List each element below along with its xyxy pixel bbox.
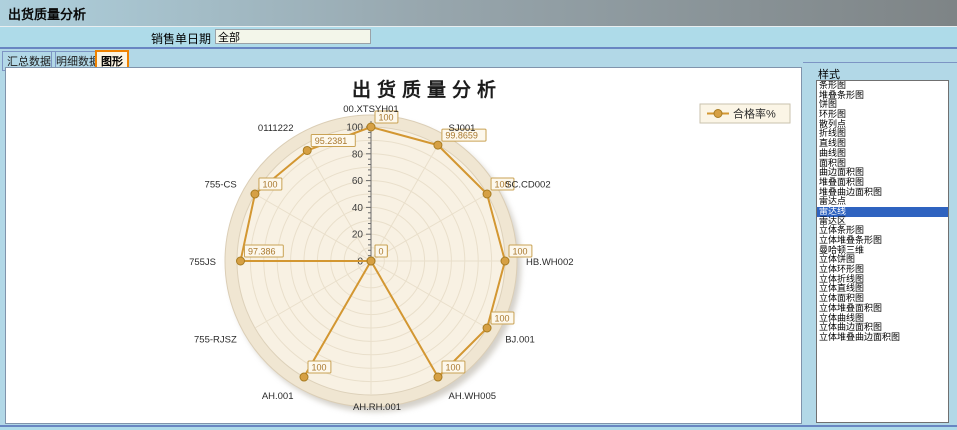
category-label: HB.WH002 [526,257,574,268]
data-point [251,190,259,198]
page-title: 出货质量分析 [0,4,86,23]
sidebar-divider [803,62,957,63]
category-label: 755-RJSZ [194,335,237,346]
sales-date-input[interactable] [215,29,371,44]
sales-date-label: 销售单日期 [151,30,211,47]
data-point [483,324,491,332]
category-label: 755JS [189,257,216,268]
filter-bar: 销售单日期 [0,27,957,49]
value-label: 100 [495,314,510,324]
value-label: 100 [513,247,528,257]
data-point [434,141,442,149]
legend-marker-icon [714,110,722,118]
data-point [303,146,311,154]
chart-legend: 合格率% [700,104,790,123]
category-label: 755-CS [205,180,237,191]
category-label: SC.CD002 [505,180,550,191]
window-title-bar: 出货质量分析 [0,0,957,27]
value-label: 95.2381 [315,136,348,146]
category-label: SJ001 [449,123,476,134]
category-label: 00.XTSYH01 [343,104,398,115]
axis-tick-label: 60 [352,176,364,187]
category-label: AH.001 [262,391,294,402]
value-label: 100 [446,363,461,373]
data-point [367,257,375,265]
tab-bar: 汇总数据 明细数据 图形 [0,49,957,67]
data-point [434,373,442,381]
chart-panel: 02040608010010099.8659100100100100010009… [5,67,802,424]
axis-tick-label: 40 [352,203,364,214]
data-point [300,373,308,381]
style-option[interactable]: 立体堆叠曲边面积图 [817,333,948,343]
radar-chart: 02040608010010099.8659100100100100010009… [6,68,801,423]
value-label: 97.386 [248,247,276,257]
bottom-divider [0,425,957,430]
axis-tick-label: 100 [346,123,363,134]
chart-title: 出货质量分析 [352,78,502,101]
category-label: 0111222 [258,123,294,134]
category-label: AH.WH005 [449,391,497,402]
data-point [367,123,375,131]
value-label: 0 [379,247,384,257]
style-listbox[interactable]: 条形图堆叠条形图饼图环形图散列点折线图直线图曲线图面积图曲边面积图堆叠面积图堆叠… [816,80,949,423]
value-label: 100 [312,363,327,373]
category-label: BJ.001 [505,335,535,346]
axis-tick-label: 20 [352,230,364,241]
axis-tick-label: 80 [352,149,364,160]
data-point [483,190,491,198]
value-label: 100 [262,180,277,190]
data-point [237,257,245,265]
category-label: AH.RH.001 [353,402,401,413]
legend-label: 合格率% [733,107,776,121]
data-point [501,257,509,265]
